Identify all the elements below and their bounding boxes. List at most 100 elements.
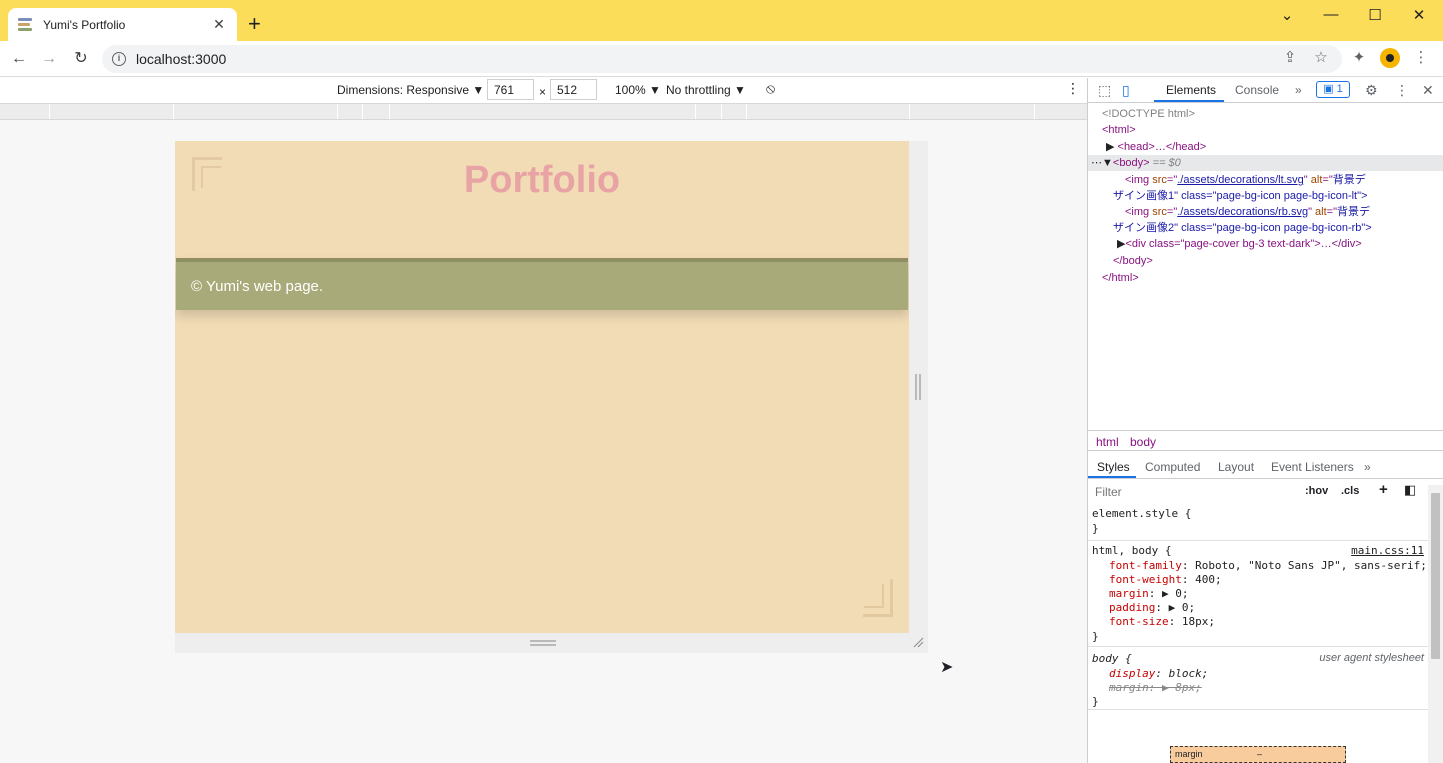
minimize-button[interactable]: — xyxy=(1316,6,1346,23)
rule2-prop[interactable]: padding: ▶ 0; xyxy=(1109,601,1195,615)
menu-icon[interactable]: ⋮ xyxy=(1411,48,1431,68)
more-subtabs-button[interactable]: » xyxy=(1364,460,1371,474)
dom-head-text: <head>…</head> xyxy=(1117,141,1207,153)
styles-filter-row: Filter :hov .cls + ◧ xyxy=(1088,480,1428,504)
dom-img-lt[interactable]: <img src="./assets/decorations/lt.svg" a… xyxy=(1088,172,1443,188)
breadcrumb-body[interactable]: body xyxy=(1130,435,1156,449)
prop-value: Roboto, "Noto Sans JP", sans-serif; xyxy=(1195,559,1427,572)
emulated-page: Portfolio © Yumi's web page. xyxy=(175,141,909,633)
rule2-close: } xyxy=(1092,630,1099,643)
rule2-prop[interactable]: font-size: 18px; xyxy=(1109,615,1215,629)
toggle-sidebar-icon[interactable]: ◧ xyxy=(1404,482,1416,498)
dimensions-dropdown[interactable]: Dimensions: Responsive ▼ xyxy=(337,83,484,97)
breadcrumb: html body xyxy=(1088,430,1443,451)
device-height-input[interactable] xyxy=(550,79,597,100)
rule2-source-link[interactable]: main.css:11 xyxy=(1351,544,1424,557)
rule3-prop[interactable]: display: block; xyxy=(1109,667,1208,681)
throttling-dropdown[interactable]: No throttling ▼ xyxy=(666,83,746,97)
close-devtools-icon[interactable]: ✕ xyxy=(1422,82,1434,99)
device-more-button[interactable]: ⋮ xyxy=(1066,80,1080,97)
share-icon[interactable]: ⇪ xyxy=(1280,48,1300,68)
browser-toolbar: ← → ↻ i localhost:3000 ⇪ ☆ ✦ ⋮ xyxy=(0,41,1443,77)
dom-body-selected[interactable]: ⋯▼<body> == $0 xyxy=(1088,155,1443,171)
img-lt-alt: 背景デ xyxy=(1332,174,1366,186)
rule3-prop-overridden[interactable]: margin: ▶ 8px; xyxy=(1109,681,1202,695)
device-toggle-icon[interactable]: ▯ xyxy=(1122,82,1130,99)
styles-tabbar: Styles Computed Layout Event Listeners » xyxy=(1088,454,1443,479)
dom-img-rb[interactable]: <img src="./assets/decorations/rb.svg" a… xyxy=(1088,204,1443,220)
dom-body-close[interactable]: </body> xyxy=(1088,253,1443,269)
dom-div-text: <div class="page-cover bg-3 text-dark">…… xyxy=(1125,238,1362,250)
dom-head[interactable]: ▶ <head>…</head> xyxy=(1088,139,1443,155)
devtools-menu-icon[interactable]: ⋮ xyxy=(1395,82,1409,99)
cls-toggle[interactable]: .cls xyxy=(1341,485,1359,497)
rule2-prop[interactable]: margin: ▶ 0; xyxy=(1109,587,1189,601)
dom-img-rb-cont[interactable]: ザイン画像2" class="page-bg-icon page-bg-icon… xyxy=(1088,220,1443,236)
rule3-selector[interactable]: body { xyxy=(1092,652,1132,666)
dom-html-open[interactable]: <html> xyxy=(1088,122,1443,138)
media-query-ruler[interactable] xyxy=(0,103,1087,120)
dom-html-close[interactable]: </html> xyxy=(1088,270,1443,286)
dom-img-lt-cont[interactable]: ザイン画像1" class="page-bg-icon page-bg-icon… xyxy=(1088,188,1443,204)
tab-styles[interactable]: Styles xyxy=(1097,460,1130,474)
close-tab-icon[interactable]: ✕ xyxy=(211,16,227,33)
rule-html-body: html, body { main.css:11 font-family: Ro… xyxy=(1088,542,1428,647)
corner-resize-icon[interactable] xyxy=(912,636,924,648)
tab-search-icon[interactable]: ⌄ xyxy=(1272,6,1302,24)
rule2-prop[interactable]: font-family: Roboto, "Noto Sans JP", san… xyxy=(1109,559,1427,573)
issues-badge[interactable]: ▣ 1 xyxy=(1316,81,1350,98)
dom-body-eq: == $0 xyxy=(1149,157,1181,169)
address-bar[interactable]: i localhost:3000 xyxy=(102,45,1342,73)
close-window-button[interactable]: ✕ xyxy=(1404,6,1434,24)
new-rule-icon[interactable]: + xyxy=(1379,481,1388,498)
settings-gear-icon[interactable]: ⚙ xyxy=(1365,82,1378,99)
hov-toggle[interactable]: :hov xyxy=(1305,485,1328,497)
mouse-cursor-icon: ➤ xyxy=(940,659,954,676)
active-subtab-indicator xyxy=(1088,476,1136,478)
footer-text: © Yumi's web page. xyxy=(191,277,324,295)
reload-button[interactable]: ↻ xyxy=(69,47,93,71)
inspect-element-icon[interactable]: ⬚ xyxy=(1098,82,1111,99)
prop-value: block; xyxy=(1168,667,1209,680)
rule2-prop[interactable]: font-weight: 400; xyxy=(1109,573,1222,587)
site-info-icon[interactable]: i xyxy=(112,52,126,66)
rule-body-ua: body { user agent stylesheet display: bl… xyxy=(1088,648,1428,710)
height-resize-handle[interactable] xyxy=(530,640,556,646)
device-width-input[interactable] xyxy=(487,79,534,100)
tab-layout[interactable]: Layout xyxy=(1218,460,1254,474)
extensions-icon[interactable]: ✦ xyxy=(1349,48,1369,68)
styles-filter-input[interactable]: Filter xyxy=(1092,483,1296,501)
devtools-panel: ⬚ ▯ Elements Console » ▣ 1 ⚙ ⋮ ✕ <!DOCTY… xyxy=(1087,78,1443,763)
dimension-times: × xyxy=(539,85,547,99)
prop-name: margin xyxy=(1109,681,1149,694)
prop-value: 18px; xyxy=(1181,615,1215,628)
dom-div[interactable]: ▶<div class="page-cover bg-3 text-dark">… xyxy=(1088,236,1443,252)
tab-elements[interactable]: Elements xyxy=(1166,83,1216,97)
dom-body-text: <body> xyxy=(1112,157,1150,169)
forward-button[interactable]: → xyxy=(37,47,61,71)
bookmark-star-icon[interactable]: ☆ xyxy=(1311,48,1331,68)
rotate-icon[interactable]: ⦸ xyxy=(766,80,775,97)
element-style-selector[interactable]: element.style { xyxy=(1092,507,1191,521)
profile-avatar[interactable] xyxy=(1380,48,1400,68)
maximize-button[interactable]: ☐ xyxy=(1360,6,1390,24)
width-resize-handle[interactable] xyxy=(915,374,921,400)
box-model-margin-value: – xyxy=(1257,749,1263,759)
img-rb-src[interactable]: ./assets/decorations/rb.svg xyxy=(1177,206,1308,218)
scrollbar-thumb[interactable] xyxy=(1431,493,1440,659)
rule2-selector[interactable]: html, body { xyxy=(1092,544,1171,558)
dom-doctype[interactable]: <!DOCTYPE html> xyxy=(1088,106,1443,122)
styles-scrollbar[interactable] xyxy=(1428,485,1443,763)
more-tabs-button[interactable]: » xyxy=(1295,83,1302,97)
img-lt-src[interactable]: ./assets/decorations/lt.svg xyxy=(1177,174,1304,186)
prop-value: ▶ 0; xyxy=(1162,587,1189,600)
back-button[interactable]: ← xyxy=(7,47,31,71)
tab-console[interactable]: Console xyxy=(1235,83,1279,97)
tab-event-listeners[interactable]: Event Listeners xyxy=(1271,460,1354,474)
tab-computed[interactable]: Computed xyxy=(1145,460,1200,474)
breadcrumb-html[interactable]: html xyxy=(1096,435,1119,449)
zoom-dropdown[interactable]: 100% ▼ xyxy=(615,83,661,97)
page-title: Portfolio xyxy=(463,159,621,201)
browser-tab[interactable]: Yumi's Portfolio ✕ xyxy=(8,8,237,41)
new-tab-button[interactable]: + xyxy=(248,12,261,36)
